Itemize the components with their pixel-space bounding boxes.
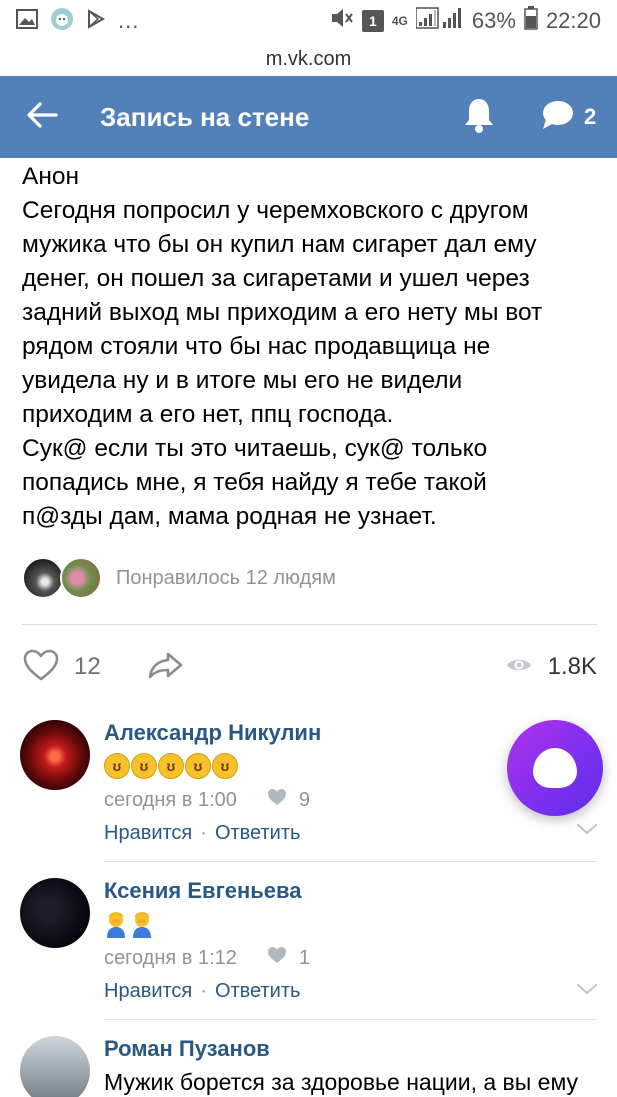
comment-likes: 9 (267, 788, 310, 812)
comments-count: 2 (584, 104, 597, 129)
comment-reply-link[interactable]: Ответить (215, 980, 301, 1003)
network-type: 4G (391, 13, 408, 28)
comment-meta: сегодня в 1:12 1 (104, 942, 604, 974)
comment: Ксения Евгеньева сегодня в 1:12 1 Нравит… (0, 876, 617, 1020)
like-button[interactable]: 12 (22, 648, 101, 687)
rofl-emoji-icon: ʊ (131, 753, 157, 779)
mute-icon (330, 7, 354, 35)
post-text: Анон Сегодня попросил у черемховского с … (22, 163, 543, 530)
back-button[interactable] (0, 76, 84, 158)
rofl-emoji-icon: ʊ (212, 753, 238, 779)
comment-time: сегодня в 1:00 (104, 788, 237, 811)
comment-likes: 1 (267, 946, 310, 970)
heart-icon (22, 648, 60, 687)
clock: 22:20 (545, 8, 601, 33)
comment-body: Ксения Евгеньева сегодня в 1:12 1 Нравит… (104, 876, 604, 1008)
page-title: Запись на стене (100, 101, 310, 132)
rofl-emoji-icon: ʊ (158, 753, 184, 779)
divider (22, 624, 597, 625)
assistant-icon (533, 748, 577, 788)
speech-bubble-icon (540, 99, 574, 136)
comment-time: сегодня в 1:12 (104, 946, 237, 969)
status-bar: ... 1 4G 63% 22:20 (0, 0, 617, 42)
heart-filled-icon (267, 946, 287, 970)
comments-button[interactable]: 2 (540, 96, 596, 138)
views-count: 1.8K (547, 653, 597, 680)
comment-author[interactable]: Роман Пузанов (104, 1034, 604, 1064)
comment-text: Мужик борется за здоровье нации, а вы ем… (104, 1069, 579, 1095)
top-header: Запись на стене 2 (0, 76, 617, 158)
likers-text: Понравилось 12 людям (116, 566, 336, 589)
share-button[interactable] (147, 651, 185, 684)
liker-avatar (60, 557, 102, 599)
notifications-button[interactable] (458, 96, 500, 138)
avatar[interactable] (20, 878, 90, 948)
battery-icon (524, 6, 538, 36)
facepalm-emoji-icon (104, 910, 128, 938)
divider (104, 1019, 597, 1020)
eye-icon (506, 656, 532, 679)
bell-icon (462, 96, 496, 139)
comment-reply-link[interactable]: Ответить (215, 822, 301, 845)
voice-assistant-button[interactable] (507, 720, 603, 816)
gallery-notification-icon (16, 8, 38, 34)
comment-like-count: 1 (298, 946, 310, 969)
liker-avatar (22, 557, 64, 599)
views-counter: 1.8K (506, 653, 597, 681)
like-count: 12 (74, 653, 101, 680)
more-notifications: ... (118, 8, 140, 33)
comment-like-link[interactable]: Нравится (104, 980, 192, 1003)
status-bar-left: ... (16, 7, 139, 36)
url-text: m.vk.com (265, 47, 352, 70)
play-store-icon (86, 8, 106, 34)
chevron-down-icon[interactable] (576, 822, 598, 841)
comment-author[interactable]: Ксения Евгеньева (104, 876, 604, 906)
chevron-down-icon[interactable] (576, 982, 598, 1001)
comment-like-count: 9 (298, 788, 310, 811)
separator-dot: · (200, 821, 207, 844)
divider (104, 861, 597, 862)
comment-like-link[interactable]: Нравится (104, 822, 192, 845)
avatar[interactable] (20, 1036, 90, 1097)
heart-filled-icon (267, 788, 287, 812)
rofl-emoji-icon: ʊ (104, 753, 130, 779)
comment-actions: Нравится · Ответить (104, 974, 604, 1008)
status-bar-right: 1 4G 63% 22:20 (330, 6, 601, 36)
share-arrow-icon (147, 651, 185, 684)
likers-row[interactable]: Понравилось 12 людям (22, 556, 336, 600)
comment: Роман Пузанов Мужик борется за здоровье … (0, 1034, 617, 1097)
separator-dot: · (200, 979, 207, 1002)
post-actions: 12 1.8K (22, 640, 597, 694)
signal-icon (415, 7, 464, 35)
rofl-emoji-icon: ʊ (185, 753, 211, 779)
comment-body: Роман Пузанов Мужик борется за здоровье … (104, 1034, 604, 1097)
comment-text (104, 906, 604, 942)
url-bar[interactable]: m.vk.com (0, 42, 617, 76)
battery-percent: 63% (471, 8, 516, 33)
avatar[interactable] (20, 720, 90, 790)
facepalm-emoji-icon (130, 910, 154, 938)
app-notification-icon (50, 7, 74, 36)
sim-indicator: 1 (361, 10, 384, 32)
comment-actions: Нравится · Ответить (104, 816, 604, 850)
arrow-left-icon (26, 101, 58, 134)
